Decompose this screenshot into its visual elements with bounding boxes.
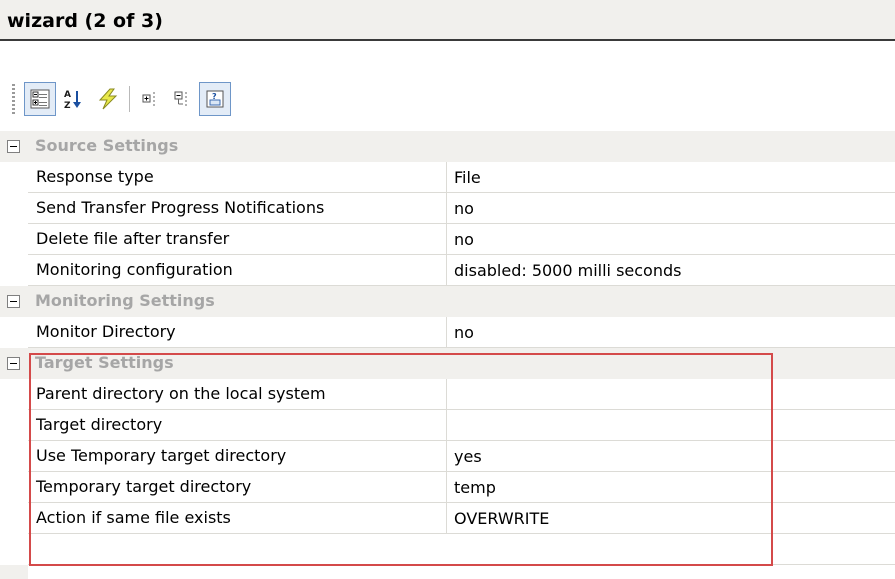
property-name: Parent directory on the local system bbox=[36, 384, 326, 403]
category-label: Target Settings bbox=[35, 353, 174, 372]
property-row[interactable]: Parent directory on the local system bbox=[0, 379, 895, 410]
window-title: wizard (2 of 3) bbox=[7, 10, 163, 32]
title-bar: wizard (2 of 3) bbox=[0, 0, 895, 40]
toolbar-grip[interactable] bbox=[12, 84, 15, 114]
svg-text:Z: Z bbox=[64, 101, 71, 110]
collapse-icon bbox=[174, 91, 187, 106]
property-name: Delete file after transfer bbox=[36, 229, 230, 248]
collapse-toggle-icon[interactable] bbox=[7, 295, 20, 308]
property-row[interactable]: Monitor Directory no bbox=[0, 317, 895, 348]
lightning-icon bbox=[98, 88, 118, 110]
toolbar-separator bbox=[129, 86, 130, 112]
categorized-icon bbox=[30, 89, 50, 109]
expand-button[interactable] bbox=[135, 82, 167, 116]
row-divider bbox=[28, 564, 895, 565]
property-row[interactable]: Monitoring configuration disabled: 5000 … bbox=[0, 255, 895, 286]
column-divider bbox=[446, 441, 447, 472]
property-name: Send Transfer Progress Notifications bbox=[36, 198, 325, 217]
property-pages-icon: ? bbox=[206, 90, 224, 108]
empty-row bbox=[0, 534, 895, 565]
property-value[interactable]: File bbox=[454, 168, 481, 187]
column-divider bbox=[446, 162, 447, 193]
property-value[interactable]: disabled: 5000 milli seconds bbox=[454, 261, 681, 280]
category-label: Source Settings bbox=[35, 136, 179, 155]
property-row[interactable]: Send Transfer Progress Notifications no bbox=[0, 193, 895, 224]
property-value[interactable]: no bbox=[454, 323, 474, 342]
category-target-settings[interactable]: Target Settings bbox=[0, 348, 895, 379]
property-name: Monitor Directory bbox=[36, 322, 176, 341]
column-divider bbox=[446, 379, 447, 410]
lightning-button[interactable] bbox=[92, 82, 124, 116]
column-divider bbox=[446, 255, 447, 286]
column-divider bbox=[446, 503, 447, 534]
property-pages-button[interactable]: ? bbox=[199, 82, 231, 116]
property-name: Response type bbox=[36, 167, 154, 186]
property-row[interactable]: Response type File bbox=[0, 162, 895, 193]
toolbar: A Z ? bbox=[12, 80, 312, 118]
property-row[interactable]: Temporary target directory temp bbox=[0, 472, 895, 503]
column-divider bbox=[446, 410, 447, 441]
property-row[interactable]: Use Temporary target directory yes bbox=[0, 441, 895, 472]
category-source-settings[interactable]: Source Settings bbox=[0, 131, 895, 162]
property-value[interactable]: yes bbox=[454, 447, 482, 466]
column-divider bbox=[446, 224, 447, 255]
sort-az-icon: A Z bbox=[64, 90, 81, 110]
column-divider bbox=[446, 193, 447, 224]
expand-icon bbox=[142, 92, 155, 106]
property-name: Monitoring configuration bbox=[36, 260, 233, 279]
property-name: Action if same file exists bbox=[36, 508, 231, 527]
collapse-toggle-icon[interactable] bbox=[7, 140, 20, 153]
svg-text:A: A bbox=[64, 90, 71, 100]
property-value[interactable]: no bbox=[454, 230, 474, 249]
property-grid: Source Settings Response type File Send … bbox=[0, 131, 895, 565]
property-name: Target directory bbox=[36, 415, 163, 434]
category-monitoring-settings[interactable]: Monitoring Settings bbox=[0, 286, 895, 317]
alphabetical-sort-button[interactable]: A Z bbox=[57, 82, 89, 116]
column-divider bbox=[446, 317, 447, 348]
property-name: Use Temporary target directory bbox=[36, 446, 287, 465]
property-row[interactable]: Action if same file exists OVERWRITE bbox=[0, 503, 895, 534]
category-label: Monitoring Settings bbox=[35, 291, 215, 310]
collapse-toggle-icon[interactable] bbox=[7, 357, 20, 370]
property-value[interactable]: OVERWRITE bbox=[454, 509, 549, 528]
property-name: Temporary target directory bbox=[36, 477, 252, 496]
property-row[interactable]: Delete file after transfer no bbox=[0, 224, 895, 255]
property-row[interactable]: Target directory bbox=[0, 410, 895, 441]
column-divider bbox=[446, 472, 447, 503]
collapse-button[interactable] bbox=[167, 82, 199, 116]
svg-text:?: ? bbox=[212, 92, 217, 101]
property-value[interactable]: no bbox=[454, 199, 474, 218]
categorized-view-button[interactable] bbox=[24, 82, 56, 116]
property-value[interactable]: temp bbox=[454, 478, 496, 497]
